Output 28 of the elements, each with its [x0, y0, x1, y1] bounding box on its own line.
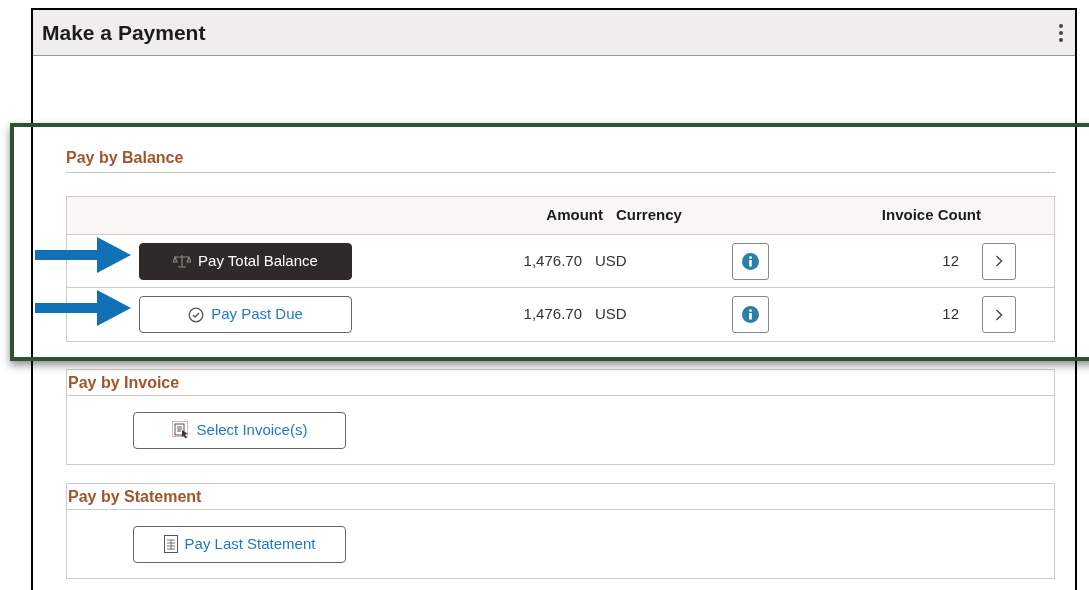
currency-cell-text: USD — [595, 304, 628, 325]
currency-cell-text: USD — [595, 250, 628, 271]
payment-action-button[interactable]: Pay Total Balance — [139, 242, 352, 280]
document-icon — [163, 535, 178, 553]
details-button[interactable] — [982, 242, 1016, 280]
info-button[interactable] — [732, 242, 769, 280]
payment-action-button[interactable]: Pay Last Statement — [133, 525, 346, 563]
info-button[interactable] — [732, 296, 769, 333]
payment-action-button[interactable]: Pay Past Due — [139, 296, 352, 333]
info-icon — [742, 252, 759, 270]
scales-icon — [173, 254, 192, 268]
amount-cell-text: 1,476.70 — [522, 304, 582, 325]
chevron-right-icon — [995, 255, 1003, 267]
invoice-count-cell-text: 12 — [941, 304, 959, 325]
document-cursor-icon — [171, 421, 190, 439]
column-header: Invoice Count — [880, 205, 981, 226]
info-icon — [742, 306, 759, 323]
column-header: Currency — [616, 205, 683, 226]
section-heading: Pay by Invoice — [68, 372, 180, 393]
panel-title: Make a Payment — [42, 19, 206, 46]
payment-action-button[interactable]: Select Invoice(s) — [133, 411, 346, 449]
section-heading: Pay by Balance — [66, 149, 184, 166]
chevron-right-icon — [995, 308, 1003, 321]
column-header: Amount — [545, 205, 603, 226]
section-heading: Pay by Statement — [68, 486, 202, 507]
details-button[interactable] — [982, 296, 1016, 333]
invoice-count-cell-text: 12 — [941, 250, 959, 271]
amount-cell-text: 1,476.70 — [522, 250, 582, 271]
